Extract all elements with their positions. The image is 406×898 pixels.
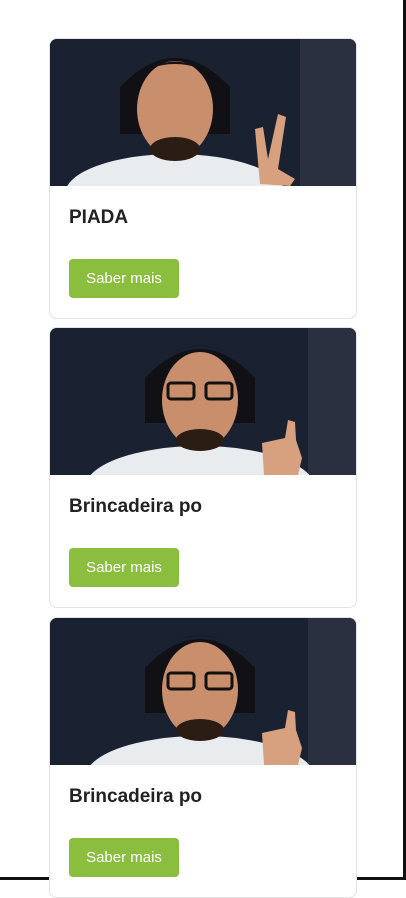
card: Brincadeira po Saber mais [49,327,357,608]
card-image [50,618,356,765]
card-title: Brincadeira po [69,786,203,807]
saber-mais-button[interactable]: Saber mais [69,548,179,587]
card-image [50,39,356,186]
card-title: Brincadeira po [69,496,203,517]
card: PIADA Saber mais [49,38,357,319]
saber-mais-button[interactable]: Saber mais [69,259,179,298]
card-title: PIADA [69,207,129,228]
saber-mais-button[interactable]: Saber mais [69,838,179,877]
card-image [50,328,356,475]
card: Brincadeira po Saber mais [49,617,357,898]
